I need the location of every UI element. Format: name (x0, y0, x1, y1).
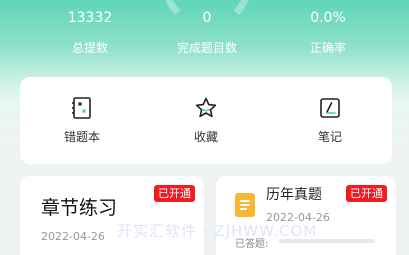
done-count: 0 (202, 10, 212, 26)
favorites-label: 收藏 (193, 130, 218, 144)
stat-completed-questions: 0 完成题目数 (167, 10, 247, 55)
chapter-status-badge: 已开通 (154, 185, 195, 202)
tools-card: 错题本 收藏 笔记 (20, 77, 392, 164)
chapter-practice-title: 章节练习 (41, 197, 118, 219)
accuracy-label: 正确率 (309, 41, 346, 55)
document-icon (235, 193, 255, 217)
total-label: 总提数 (71, 41, 108, 55)
tool-favorites[interactable]: 收藏 (144, 77, 268, 164)
stat-accuracy: 0.0% 正确率 (288, 10, 368, 55)
watermark: 开实汇软件 · ZJHWW.COM (117, 222, 318, 240)
wrong-book-icon (72, 97, 91, 119)
tool-wrong-book[interactable]: 错题本 (20, 77, 144, 164)
total-count: 13332 (67, 10, 113, 26)
chapter-practice-card[interactable]: 已开通 章节练习 2022-04-26 (20, 176, 204, 255)
past-exams-card[interactable]: 已开通 历年真题 2022-04-26 已答题: (216, 176, 396, 255)
past-exams-title: 历年真题 (266, 187, 322, 203)
tool-notes[interactable]: 笔记 (268, 77, 392, 164)
note-icon (320, 98, 340, 118)
stat-total-questions: 13332 总提数 (50, 10, 130, 55)
past-status-badge: 已开通 (346, 185, 387, 202)
done-label: 完成题目数 (176, 41, 237, 55)
star-icon (195, 97, 217, 118)
notes-label: 笔记 (317, 130, 342, 144)
chapter-practice-date: 2022-04-26 (41, 230, 105, 243)
accuracy-value: 0.0% (310, 10, 346, 26)
wrong-book-label: 错题本 (63, 130, 100, 144)
